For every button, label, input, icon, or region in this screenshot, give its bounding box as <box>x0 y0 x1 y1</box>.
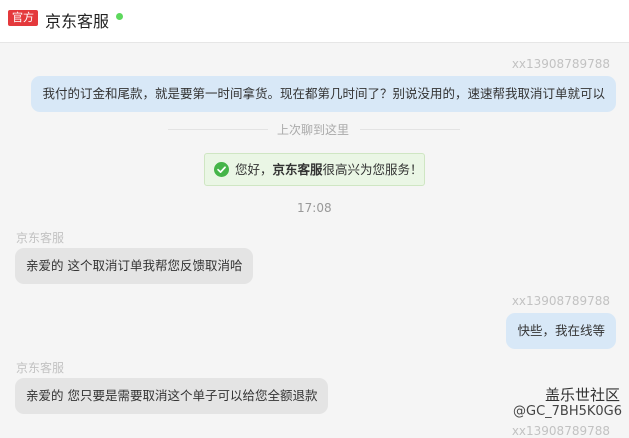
message-bubble-user: 我付的订金和尾款，就是要第一时间拿货。现在都第几时间了？别说没用的，速速帮我取消… <box>31 76 616 112</box>
official-badge: 官方 <box>8 10 38 26</box>
divider-line-left <box>168 129 268 130</box>
online-status-icon <box>116 13 123 20</box>
history-divider-label: 上次聊到这里 <box>277 123 350 137</box>
watermark-community: 盖乐世社区 <box>545 386 621 404</box>
message-sender: 京东客服 <box>16 361 65 375</box>
welcome-notice: 您好，京东客服很高兴为您服务！ <box>204 153 425 186</box>
message-bubble-agent: 亲爱的 您只要是需要取消这个单子可以给您全额退款 <box>15 378 329 414</box>
message-bubble-user: 快些，我在线等 <box>506 313 616 349</box>
chat-header: 官方 京东客服 <box>0 0 629 43</box>
timestamp: 17:08 <box>297 201 332 215</box>
message-sender: xx13908789788 <box>511 294 610 308</box>
message-bubble-agent: 亲爱的 这个取消订单我帮您反馈取消哈 <box>15 248 254 284</box>
watermark-handle: @GC_7BH5K0G6 <box>513 404 623 419</box>
chat-title: 京东客服 <box>45 12 110 31</box>
message-sender: xx13908789788 <box>511 57 610 71</box>
message-sender: 京东客服 <box>16 231 65 245</box>
divider-line-right <box>360 129 460 130</box>
welcome-text: 您好，京东客服很高兴为您服务！ <box>235 162 423 177</box>
check-circle-icon <box>214 162 229 177</box>
message-sender: xx13908789788 <box>511 424 610 438</box>
